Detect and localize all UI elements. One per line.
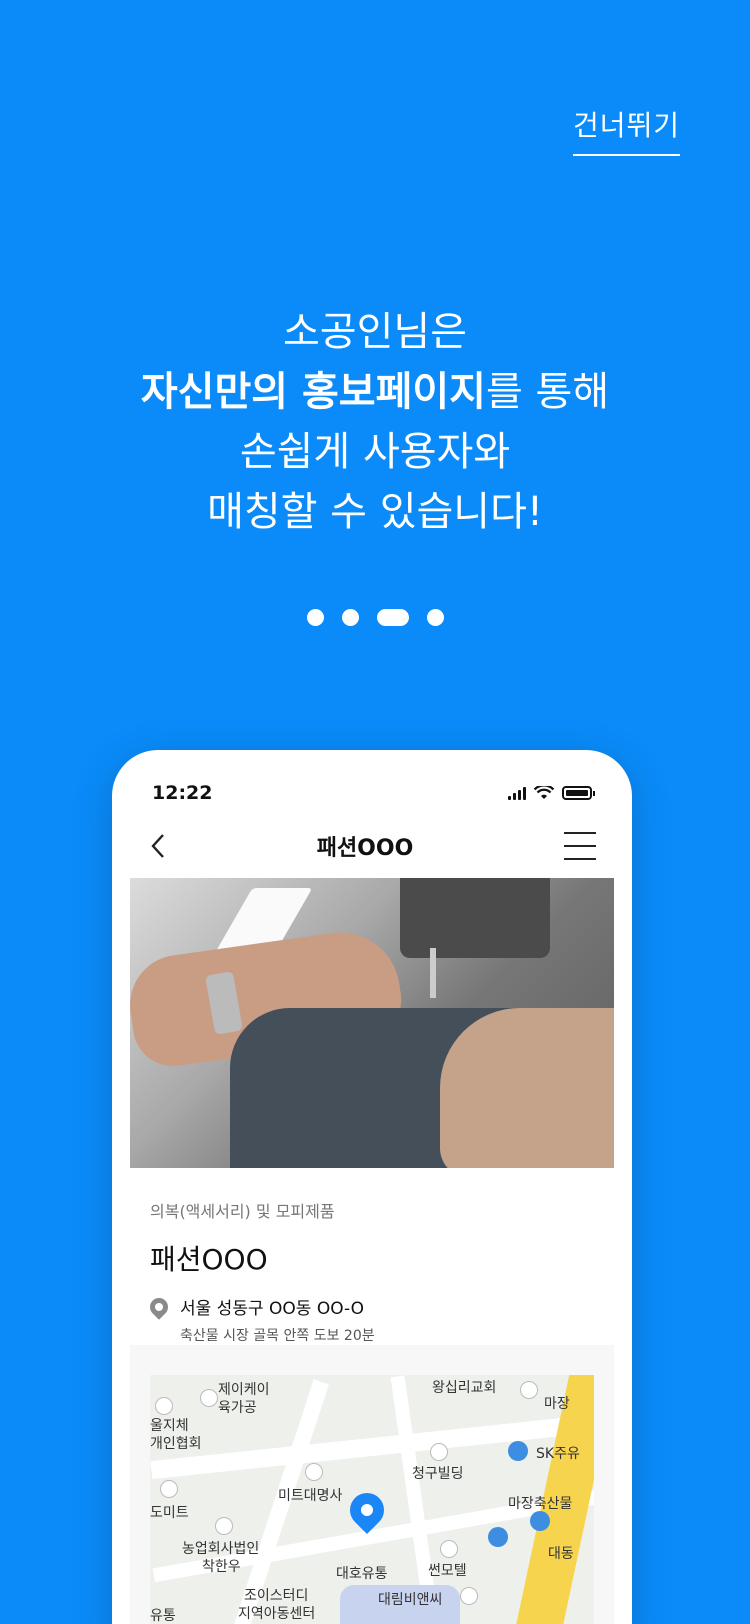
map-label: 울지체 — [150, 1418, 189, 1434]
map-label: SK주유 — [536, 1446, 580, 1462]
map-label: 도미트 — [150, 1505, 189, 1521]
map-poi-icon — [460, 1587, 478, 1605]
map-label: 마장축산물 — [508, 1496, 573, 1512]
map-label: 조이스터디 — [244, 1588, 309, 1604]
pagination-dots — [0, 609, 750, 626]
map-poi-icon — [440, 1540, 458, 1558]
map-label: 청구빌딩 — [412, 1466, 464, 1482]
store-address: 서울 성동구 OO동 OO-O — [180, 1299, 365, 1319]
map-poi-icon — [215, 1517, 233, 1535]
map-label: 왕십리교회 — [432, 1380, 497, 1396]
battery-icon — [562, 786, 595, 800]
map-label: 제이케이 — [218, 1382, 270, 1398]
location-pin-icon — [146, 1294, 172, 1320]
map-road — [150, 1408, 594, 1480]
headline-line-2-rest: 를 통해 — [486, 369, 610, 415]
map-label: 마장 — [544, 1396, 570, 1412]
hamburger-menu-icon[interactable] — [564, 832, 596, 860]
map-label: 미트대명사 — [278, 1488, 343, 1504]
onboarding-headline: 소공인님은 자신만의 홍보페이지를 통해 손쉽게 사용자와 매칭할 수 있습니다… — [0, 302, 750, 542]
headline-emphasis: 자신만의 홍보페이지 — [140, 369, 486, 415]
phone-mockup: 12:22 패션OOO 의복(액세서리) 및 모피제품 패션OOO 서울 성동구… — [112, 750, 632, 1624]
page-title: 패션OOO — [316, 836, 414, 861]
status-bar: 12:22 — [130, 766, 614, 814]
headline-line-2: 자신만의 홍보페이지를 통해 — [0, 362, 750, 422]
store-photo — [130, 878, 614, 1168]
photo-shape-needle — [430, 948, 436, 998]
top-nav: 패션OOO — [130, 814, 614, 878]
store-map[interactable]: 제이케이 육가공 울지체 개인협회 왕십리교회 마장 SK주유 청구빌딩 미트대… — [150, 1375, 594, 1624]
page-dot-4[interactable] — [426, 609, 444, 626]
status-time: 12:22 — [152, 782, 213, 804]
phone-screen: 12:22 패션OOO 의복(액세서리) 및 모피제품 패션OOO 서울 성동구… — [130, 766, 614, 1624]
back-arrow-icon[interactable] — [150, 833, 166, 859]
map-poi-icon — [305, 1463, 323, 1481]
bus-stop-icon — [508, 1441, 528, 1461]
store-category: 의복(액세서리) 및 모피제품 — [150, 1202, 335, 1221]
headline-line-4: 매칭할 수 있습니다! — [207, 489, 543, 535]
page-dot-3-active[interactable] — [376, 609, 409, 626]
photo-shape-machine — [400, 878, 550, 958]
headline-line-3: 손쉽게 사용자와 — [239, 429, 511, 475]
map-label: 육가공 — [218, 1400, 257, 1416]
skip-button[interactable]: 건너뛰기 — [572, 104, 680, 156]
map-label: 착한우 — [202, 1559, 241, 1575]
store-info: 의복(액세서리) 및 모피제품 패션OOO 서울 성동구 OO동 OO-O 축산… — [130, 1168, 614, 1345]
map-poi-icon — [520, 1381, 538, 1399]
map-label: 개인협회 — [150, 1436, 202, 1452]
map-label: 대호유통 — [336, 1566, 388, 1582]
wifi-icon — [534, 786, 554, 799]
store-name: 패션OOO — [150, 1243, 268, 1276]
bus-stop-icon — [488, 1527, 508, 1547]
page-dot-1[interactable] — [306, 609, 324, 626]
map-poi-icon — [155, 1397, 173, 1415]
map-label: 유통 — [150, 1608, 176, 1624]
store-directions: 축산물 시장 골목 안쪽 도보 20분 — [180, 1328, 375, 1344]
signal-icon — [508, 786, 526, 800]
map-poi-icon — [200, 1389, 218, 1407]
bus-stop-icon — [530, 1511, 550, 1531]
address-row: 서울 성동구 OO동 OO-O 축산물 시장 골목 안쪽 도보 20분 — [146, 1294, 594, 1345]
map-label: 농업회사법인 — [182, 1541, 260, 1557]
map-label: 썬모텔 — [428, 1563, 467, 1579]
photo-shape-hand-right — [440, 1008, 614, 1168]
headline-line-1: 소공인님은 — [283, 309, 467, 355]
status-icons — [508, 786, 595, 800]
map-label: 대림비앤씨 — [378, 1592, 443, 1608]
map-label: 지역아동센터 — [238, 1606, 316, 1622]
map-label: 대동 — [548, 1546, 574, 1562]
page-dot-2[interactable] — [341, 609, 359, 626]
map-poi-icon — [160, 1480, 178, 1498]
map-poi-icon — [430, 1443, 448, 1461]
